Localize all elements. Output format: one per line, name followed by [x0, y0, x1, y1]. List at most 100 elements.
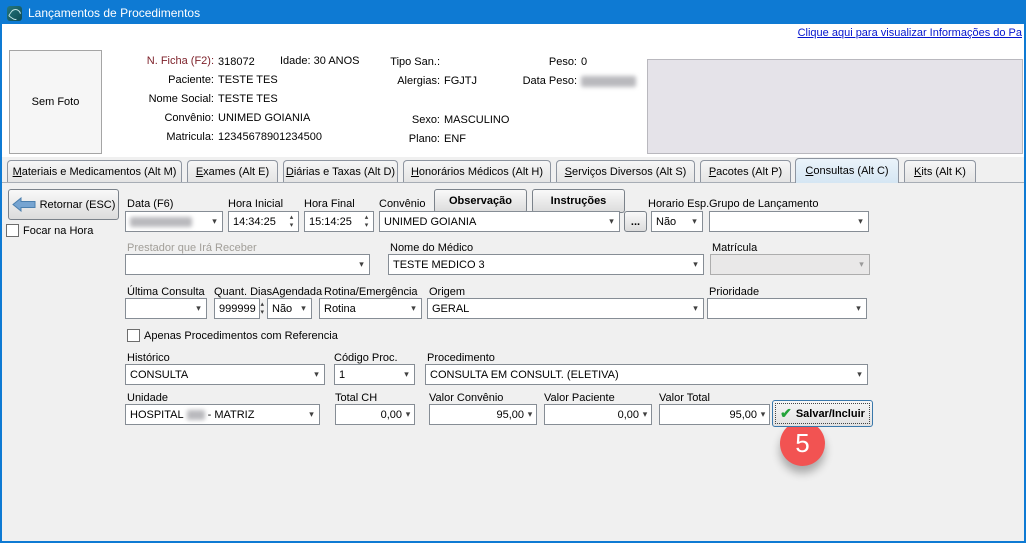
historico-label: Histórico	[127, 352, 170, 364]
rotina-emergencia-value: Rotina	[324, 303, 356, 315]
dropdown-arrow-icon[interactable]: ▾	[402, 405, 414, 424]
dropdown-arrow-icon[interactable]: ▾	[304, 405, 319, 424]
valor-convenio-label: Valor Convênio	[429, 392, 503, 404]
prestador-combobox[interactable]: ▾	[125, 254, 370, 275]
prestador-label: Prestador que Irá Receber	[127, 242, 257, 254]
ultima-consulta-combobox[interactable]: ▾	[125, 298, 207, 319]
apenas-referencia-label: Apenas Procedimentos com Referencia	[144, 330, 338, 342]
ultima-consulta-label: Última Consulta	[127, 286, 205, 298]
grupo-lancamento-label: Grupo de Lançamento	[709, 198, 818, 210]
spinner-down-icon[interactable]: ▾	[290, 222, 294, 230]
app-window: Lançamentos de Procedimentos Clique aqui…	[0, 0, 1026, 543]
historico-value: CONSULTA	[130, 369, 188, 381]
focar-na-hora-checkbox[interactable]	[6, 224, 19, 237]
prioridade-combobox[interactable]: ▾	[707, 298, 867, 319]
spinner-up-icon[interactable]: ▴	[365, 214, 369, 222]
tab-materiais-medicamentos[interactable]: Materiais e Medicamentos (Alt M)	[7, 160, 182, 182]
dropdown-arrow-icon[interactable]: ▾	[399, 365, 414, 384]
historico-combobox[interactable]: CONSULTA ▾	[125, 364, 325, 385]
total-ch-value: 0,00	[338, 409, 402, 421]
valor-convenio-field[interactable]: 95,00 ▾	[429, 404, 537, 425]
dropdown-arrow-icon[interactable]: ▾	[524, 405, 536, 424]
matricula-field-label: Matrícula	[712, 242, 757, 254]
apenas-referencia-checkbox[interactable]	[127, 329, 140, 342]
patient-side-panel	[647, 59, 1023, 154]
dropdown-arrow-icon[interactable]: ▾	[191, 299, 206, 318]
origem-combobox[interactable]: GERAL ▾	[427, 298, 704, 319]
plano-value: ENF	[444, 133, 466, 145]
quant-dias-value: 999999	[219, 303, 256, 315]
hora-final-spinner[interactable]: 15:14:25 ▴▾	[304, 211, 374, 232]
dropdown-arrow-icon[interactable]: ▾	[207, 212, 222, 231]
unidade-redacted-part	[187, 410, 205, 420]
retornar-button[interactable]: Retornar (ESC)	[8, 189, 119, 220]
agendada-value: Não	[272, 303, 292, 315]
tab-kits[interactable]: Kits (Alt K)	[904, 160, 976, 182]
dropdown-arrow-icon[interactable]: ▾	[296, 299, 311, 318]
dropdown-arrow-icon[interactable]: ▾	[354, 255, 369, 274]
sexo-label: Sexo:	[360, 114, 440, 126]
tab-diarias-taxas[interactable]: Diárias e Taxas (Alt D)	[283, 160, 398, 182]
tab-servicos-diversos[interactable]: Serviços Diversos (Alt S)	[556, 160, 695, 182]
unidade-value-prefix: HOSPITAL	[130, 409, 184, 421]
codigo-proc-label: Código Proc.	[334, 352, 398, 364]
convenio-field-value: UNIMED GOIANIA	[384, 216, 476, 228]
procedimento-label: Procedimento	[427, 352, 495, 364]
dropdown-arrow-icon: ▾	[854, 255, 869, 274]
quant-dias-spinner[interactable]: 999999 ▴▾	[214, 298, 260, 319]
spinner-up-icon[interactable]: ▴	[290, 214, 294, 222]
dropdown-arrow-icon[interactable]: ▾	[688, 255, 703, 274]
spinner-down-icon[interactable]: ▾	[365, 222, 369, 230]
check-icon: ✔	[780, 405, 792, 422]
rotina-emergencia-combobox[interactable]: Rotina ▾	[319, 298, 422, 319]
dropdown-arrow-icon[interactable]: ▾	[406, 299, 421, 318]
data-combobox[interactable]: ▾	[125, 211, 223, 232]
horario-esp-value: Não	[656, 216, 676, 228]
dropdown-arrow-icon[interactable]: ▾	[851, 299, 866, 318]
hora-inicial-spinner[interactable]: 14:34:25 ▴▾	[228, 211, 299, 232]
dropdown-arrow-icon[interactable]: ▾	[757, 405, 769, 424]
valor-paciente-field[interactable]: 0,00 ▾	[544, 404, 652, 425]
dropdown-arrow-icon[interactable]: ▾	[688, 299, 703, 318]
unidade-label: Unidade	[127, 392, 168, 404]
convenio-combobox[interactable]: UNIMED GOIANIA ▾	[379, 211, 620, 232]
patient-info-link[interactable]: Clique aqui para visualizar Informações …	[798, 27, 1022, 39]
valor-total-field[interactable]: 95,00 ▾	[659, 404, 770, 425]
agendada-combobox[interactable]: Não ▾	[267, 298, 312, 319]
tab-consultas[interactable]: Consultas (Alt C)	[795, 158, 899, 183]
instrucoes-button[interactable]: Instruções	[532, 189, 625, 213]
horario-esp-combobox[interactable]: Não ▾	[651, 211, 703, 232]
procedimento-combobox[interactable]: CONSULTA EM CONSULT. (ELETIVA) ▾	[425, 364, 868, 385]
photo-placeholder: Sem Foto	[9, 50, 102, 154]
dropdown-arrow-icon[interactable]: ▾	[639, 405, 651, 424]
valor-paciente-value: 0,00	[547, 409, 639, 421]
idade-row: Idade: 30 ANOS	[280, 55, 360, 67]
peso-value: 0	[581, 56, 587, 68]
salvar-incluir-button[interactable]: ✔ Salvar/Incluir	[772, 400, 873, 427]
tab-pacotes[interactable]: Pacotes (Alt P)	[700, 160, 791, 182]
unidade-combobox[interactable]: HOSPITAL - MATRIZ ▾	[125, 404, 320, 425]
valor-total-label: Valor Total	[659, 392, 710, 404]
nome-social-label: Nome Social:	[94, 93, 214, 105]
codigo-proc-combobox[interactable]: 1 ▾	[334, 364, 415, 385]
dropdown-arrow-icon[interactable]: ▾	[687, 212, 702, 231]
tab-exames[interactable]: Exames (Alt E)	[187, 160, 278, 182]
dropdown-arrow-icon[interactable]: ▾	[852, 365, 867, 384]
spinner-up-icon[interactable]: ▴	[260, 301, 264, 309]
dropdown-arrow-icon[interactable]: ▾	[604, 212, 619, 231]
tab-honorarios-medicos[interactable]: Honorários Médicos (Alt H)	[403, 160, 551, 182]
dropdown-arrow-icon[interactable]: ▾	[309, 365, 324, 384]
ellipsis-button[interactable]: ...	[624, 211, 647, 232]
total-ch-field[interactable]: 0,00 ▾	[335, 404, 415, 425]
nome-medico-label: Nome do Médico	[390, 242, 473, 254]
nome-medico-combobox[interactable]: TESTE MEDICO 3 ▾	[388, 254, 704, 275]
grupo-lancamento-combobox[interactable]: ▾	[709, 211, 869, 232]
matricula-label: Matricula:	[94, 131, 214, 143]
data-peso-redacted-value	[581, 76, 636, 87]
back-arrow-icon	[12, 197, 36, 212]
quant-dias-label: Quant. Dias	[214, 286, 272, 298]
focar-na-hora-label: Focar na Hora	[23, 225, 93, 237]
observacao-button[interactable]: Observação	[434, 189, 527, 213]
dropdown-arrow-icon[interactable]: ▾	[853, 212, 868, 231]
spinner-down-icon[interactable]: ▾	[260, 309, 264, 317]
